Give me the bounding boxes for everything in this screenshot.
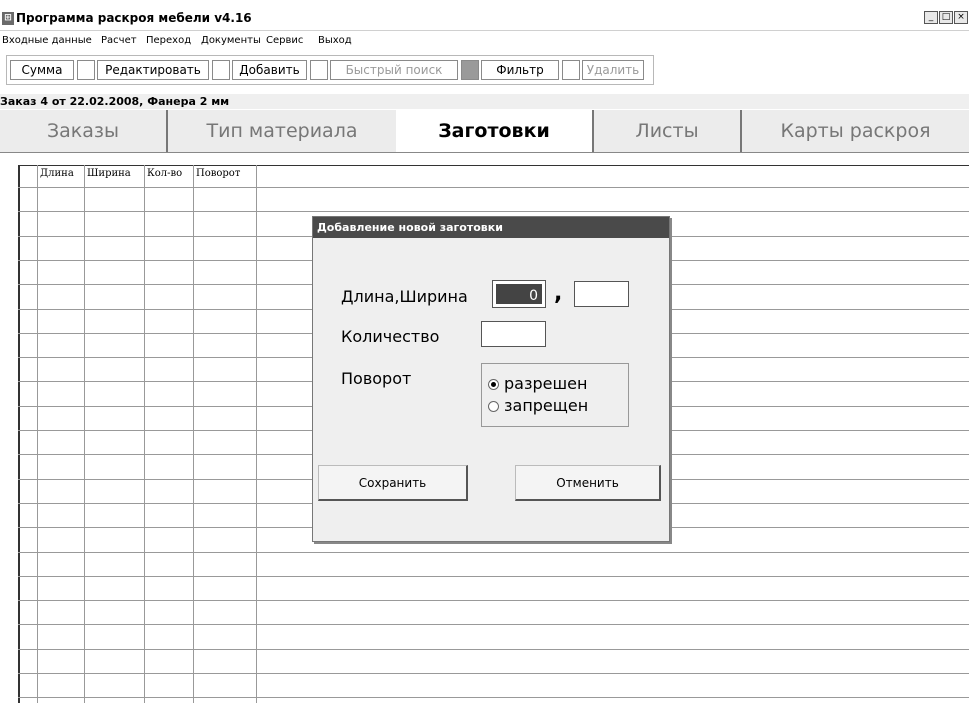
- tab-blanks[interactable]: Заготовки: [396, 110, 592, 152]
- column-header-rotation[interactable]: Поворот: [196, 168, 240, 179]
- edit-button[interactable]: Редактировать: [97, 60, 209, 80]
- save-button[interactable]: Сохранить: [318, 465, 468, 501]
- tab-sheets[interactable]: Листы: [594, 110, 740, 152]
- length-width-label: Длина,Ширина: [341, 287, 468, 306]
- table-column-line: [256, 165, 257, 703]
- table-row-line: [18, 624, 969, 625]
- rotation-forbidden-option[interactable]: запрещен: [488, 396, 588, 415]
- menu-exit[interactable]: Выход: [318, 35, 352, 46]
- sum-toggle[interactable]: [77, 60, 95, 80]
- column-header-length[interactable]: Длина: [40, 168, 74, 179]
- title-bar: ⊞ Программа раскроя мебели v4.16 _ □ ×: [0, 8, 969, 31]
- filter-toggle[interactable]: [562, 60, 580, 80]
- tab-orders[interactable]: Заказы: [0, 110, 166, 152]
- minimize-button[interactable]: _: [924, 11, 938, 24]
- radio-selected-icon[interactable]: [488, 379, 499, 390]
- radio-unselected-icon[interactable]: [488, 401, 499, 412]
- quantity-input[interactable]: [481, 321, 546, 347]
- menu-bar: Входные данные Расчет Переход Документы …: [0, 31, 969, 51]
- table-column-line: [144, 165, 145, 703]
- rotation-radio-group: разрешен запрещен: [481, 363, 629, 427]
- maximize-button[interactable]: □: [939, 11, 953, 24]
- add-button[interactable]: Добавить: [232, 60, 307, 80]
- table-column-line: [37, 165, 38, 703]
- table-row-line: [18, 576, 969, 577]
- rotation-forbidden-label: запрещен: [504, 396, 589, 415]
- menu-documents[interactable]: Документы: [201, 35, 261, 46]
- table-row-line: [18, 552, 969, 553]
- rotation-label: Поворот: [341, 369, 412, 388]
- table-row-line: [18, 673, 969, 674]
- table-column-line: [193, 165, 194, 703]
- filter-button[interactable]: Фильтр: [481, 60, 559, 80]
- width-input[interactable]: [574, 281, 629, 307]
- window-title: Программа раскроя мебели v4.16: [16, 11, 252, 25]
- table-row-line: [18, 600, 969, 601]
- rotation-allowed-label: разрешен: [504, 374, 588, 393]
- add-blank-dialog: Добавление новой заготовки Длина,Ширина …: [312, 216, 670, 542]
- quick-search-toggle[interactable]: [461, 60, 479, 80]
- table-row-line: [18, 187, 969, 188]
- tab-cutting-maps[interactable]: Карты раскроя: [742, 110, 969, 152]
- quick-search-button[interactable]: Быстрый поиск: [330, 60, 458, 80]
- tab-bar: Заказы Тип материала Заготовки Листы Кар…: [0, 110, 969, 153]
- toolbar: Сумма Редактировать Добавить Быстрый пои…: [6, 55, 654, 85]
- menu-service[interactable]: Сервис: [266, 35, 303, 46]
- column-header-quantity[interactable]: Кол-во: [147, 168, 182, 179]
- order-info: Заказ 4 от 22.02.2008, Фанера 2 мм: [0, 94, 969, 109]
- sum-button[interactable]: Сумма: [10, 60, 74, 80]
- tab-material-type[interactable]: Тип материала: [168, 110, 396, 152]
- menu-input-data[interactable]: Входные данные: [2, 35, 92, 46]
- delete-button[interactable]: Удалить: [582, 60, 644, 80]
- length-input[interactable]: 0: [492, 280, 546, 308]
- app-icon: ⊞: [2, 12, 14, 25]
- column-header-width[interactable]: Ширина: [87, 168, 131, 179]
- comma-separator: ,: [554, 281, 563, 306]
- dialog-title: Добавление новой заготовки: [313, 217, 669, 238]
- rotation-allowed-option[interactable]: разрешен: [488, 374, 587, 393]
- cancel-button[interactable]: Отменить: [515, 465, 661, 501]
- quantity-label: Количество: [341, 327, 440, 346]
- close-button[interactable]: ×: [954, 11, 968, 24]
- table-row-line: [18, 649, 969, 650]
- add-toggle[interactable]: [310, 60, 328, 80]
- table-row-line: [18, 211, 969, 212]
- menu-calculation[interactable]: Расчет: [101, 35, 137, 46]
- table-column-line: [84, 165, 85, 703]
- menu-navigate[interactable]: Переход: [146, 35, 191, 46]
- table-row-line: [18, 697, 969, 698]
- edit-toggle[interactable]: [212, 60, 230, 80]
